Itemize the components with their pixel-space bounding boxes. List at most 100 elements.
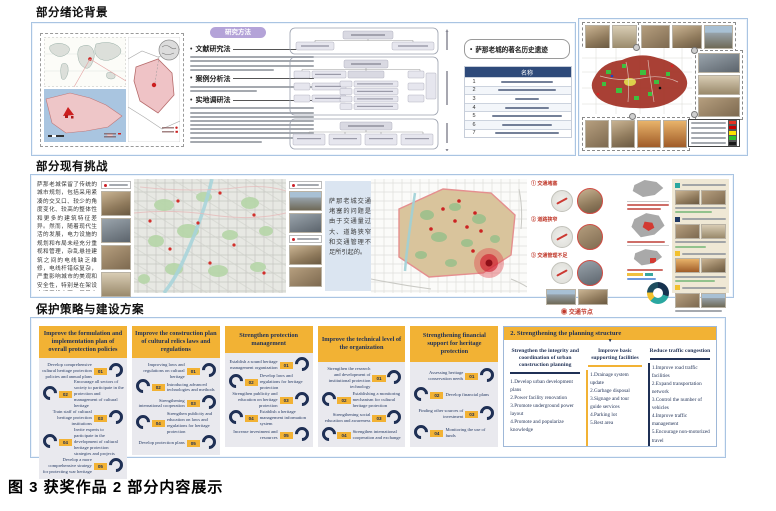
photo	[611, 120, 635, 148]
strategy-item: 04Invite experts to participate in the d…	[42, 427, 124, 457]
ring-icon	[385, 367, 405, 387]
strip-label	[289, 181, 322, 189]
strategy-item: Develop a more comprehensive strategy fo…	[42, 457, 124, 475]
photo	[101, 272, 131, 297]
strategy-item: Strengthen publicity and education on he…	[228, 391, 310, 409]
map-crop-circle	[551, 190, 573, 212]
strategy-card: Improve the technical level of the organ…	[318, 326, 406, 447]
ring-icon	[292, 424, 312, 444]
country-shape	[631, 179, 665, 199]
ring-icon	[106, 407, 126, 427]
ring-icon	[292, 389, 312, 409]
planning-column: Improve basic supporting facilities 1.Dr…	[586, 346, 644, 446]
legend-chip	[728, 141, 737, 146]
donut-chart	[647, 282, 669, 304]
challenge-paragraph: 萨那老城保留了传统的城市规划，包括采用紧凑的交叉口、较少的角度变化、较高的整体性…	[37, 181, 97, 291]
strategy-item: 02Develop laws and regulations for herit…	[228, 373, 310, 391]
photo-circle	[577, 224, 603, 250]
country-shape	[632, 248, 664, 267]
ring-icon	[226, 407, 246, 427]
timeline-marker	[675, 285, 680, 290]
section-heading-strategies: 保护策略与建设方案	[36, 301, 144, 317]
photo	[701, 258, 726, 273]
item-number-badge: 03	[187, 400, 200, 407]
strategy-card: Improve the construction plan of cultura…	[132, 326, 220, 447]
strategy-card: Improve the formulation and implementati…	[39, 326, 127, 447]
photo	[675, 190, 700, 205]
sites-title: • 萨那老城的著名历史遗迹	[464, 39, 570, 59]
strategy-item: 02Introducing advanced technologies and …	[135, 379, 217, 395]
photo	[101, 245, 131, 270]
method-label: 实地调研法	[195, 95, 230, 105]
ring-icon	[319, 389, 339, 409]
item-number-badge: 01	[280, 362, 293, 369]
yemen-map	[44, 89, 126, 142]
map-legend	[688, 119, 740, 147]
timeline-marker	[675, 183, 680, 188]
ring-icon	[477, 403, 497, 423]
strategy-item: Assessing heritage conservation needs01	[413, 368, 495, 384]
strategy-item: 04Monitoring the use of funds	[413, 425, 495, 441]
map-crop-circle	[551, 262, 573, 284]
photo	[637, 120, 661, 148]
item-number-badge: 05	[280, 432, 293, 439]
photo	[704, 25, 733, 49]
traffic-note: 萨那老城交通堵塞的问题是由于交通量过大、道路狭窄和交通管理不足所引起的。	[325, 181, 375, 291]
traffic-node-label: ◉ 交通节点	[531, 307, 623, 316]
ring-icon	[133, 377, 153, 397]
card-body: Improving laws and regulations on cultur…	[132, 358, 220, 456]
map-crop-circle	[551, 226, 573, 248]
card-body: Develop comprehensive cultural heritage …	[39, 358, 127, 479]
photo	[698, 75, 740, 95]
bullet-icon: •	[190, 75, 192, 82]
item-number-badge: 02	[245, 379, 258, 386]
table-row: 3	[465, 94, 571, 103]
ring-icon	[199, 393, 219, 413]
photo	[675, 258, 700, 273]
strategy-item: 04Strengthen publicity and education on …	[135, 411, 217, 435]
table-row: 2	[465, 86, 571, 95]
card-title: Improve the construction plan of cultura…	[132, 326, 220, 358]
photo	[675, 224, 700, 239]
item-number-badge: 01	[372, 375, 385, 382]
photo	[701, 190, 726, 205]
ring-icon	[40, 384, 60, 404]
photo-circle	[577, 260, 603, 286]
timeline-entry	[675, 216, 726, 247]
photo	[585, 25, 610, 49]
item-number-badge: 01	[465, 373, 478, 380]
photo	[698, 97, 740, 117]
table-row: 4	[465, 103, 571, 112]
strip-label	[289, 235, 322, 243]
card-title: Strengthen protection management	[225, 326, 313, 353]
circle-label: ③ 交通管理不足	[531, 252, 623, 259]
table-row: 7	[465, 129, 571, 138]
photo	[698, 53, 740, 73]
item-number-badge: 02	[152, 384, 165, 391]
ring-icon	[40, 431, 60, 451]
strategy-item: Improving laws and regulations on cultur…	[135, 362, 217, 380]
photo	[663, 120, 687, 148]
item-number-badge: 02	[59, 391, 72, 398]
planning-column: Reduce traffic congestion 1.Improve road…	[648, 346, 712, 446]
table-row: 6	[465, 120, 571, 129]
country-silhouette-column	[627, 179, 669, 293]
governorate-map	[128, 37, 180, 142]
timeline-marker	[675, 217, 680, 222]
ring-icon	[106, 360, 126, 380]
ring-icon	[199, 360, 219, 380]
strategy-item: Increase investment and resources05	[228, 427, 310, 443]
ring-icon	[385, 407, 405, 427]
heritage-timeline-column	[672, 179, 729, 293]
strategy-item: 04Strengthen international cooperation a…	[321, 427, 403, 443]
strategy-item: Establish a sound heritage management or…	[228, 357, 310, 373]
card-body: Establish a sound heritage management or…	[225, 353, 313, 447]
country-shape-highlight	[630, 213, 666, 239]
item-number-badge: 04	[59, 439, 72, 446]
photo	[585, 120, 609, 148]
strategy-item: 04Establish a heritage management inform…	[228, 409, 310, 427]
ring-icon	[226, 371, 246, 391]
ring-icon	[199, 432, 219, 452]
photo	[672, 25, 701, 49]
framework-flowchart	[288, 27, 460, 151]
